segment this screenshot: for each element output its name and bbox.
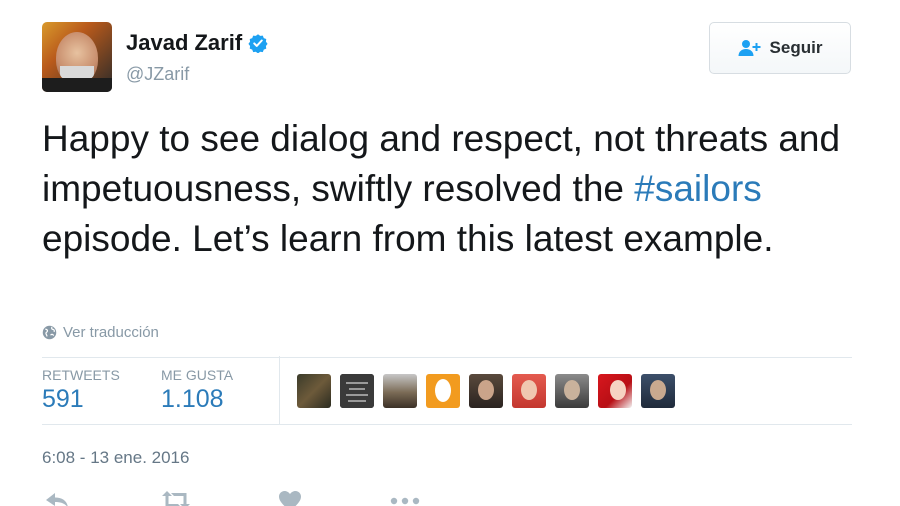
follow-button[interactable]: Seguir (709, 22, 851, 74)
author-handle[interactable]: @JZarif (126, 64, 189, 85)
tweet-text: Happy to see dialog and respect, not thr… (42, 114, 872, 264)
divider-bottom (42, 424, 852, 425)
likes-stat[interactable]: ME GUSTA 1.108 (161, 367, 233, 414)
translate-link[interactable]: Ver traducción (42, 324, 159, 341)
liker-avatars (297, 374, 675, 408)
liker-avatar[interactable] (469, 374, 503, 408)
likes-label: ME GUSTA (161, 367, 234, 383)
retweets-stat[interactable]: RETWEETS 591 (42, 367, 120, 414)
keep-calm-logo-icon (340, 374, 374, 408)
tweet-text-after: episode. Let’s learn from this latest ex… (42, 218, 774, 259)
liker-avatar[interactable] (426, 374, 460, 408)
author-name[interactable]: Javad Zarif (126, 30, 242, 56)
retweets-count: 591 (42, 385, 84, 413)
liker-avatar[interactable] (383, 374, 417, 408)
hashtag-link[interactable]: #sailors (634, 168, 762, 209)
avatar-suit (42, 78, 112, 92)
author-avatar[interactable] (42, 22, 112, 92)
translate-label: Ver traducción (63, 324, 159, 341)
retweets-label: RETWEETS (42, 367, 120, 383)
liker-avatar[interactable] (555, 374, 589, 408)
liker-avatar[interactable] (512, 374, 546, 408)
heart-icon[interactable] (278, 490, 302, 506)
stats-separator (279, 356, 280, 424)
liker-avatar[interactable] (297, 374, 331, 408)
add-person-icon (738, 40, 761, 56)
liker-avatar[interactable] (641, 374, 675, 408)
more-icon[interactable] (389, 490, 421, 506)
follow-button-label: Seguir (769, 38, 823, 57)
globe-icon (42, 325, 57, 340)
retweet-icon[interactable] (160, 490, 192, 506)
likes-count: 1.108 (161, 385, 224, 413)
reply-icon[interactable] (44, 490, 70, 506)
author-name-row[interactable]: Javad Zarif (126, 30, 268, 56)
liker-avatar[interactable] (340, 374, 374, 408)
tweet-actions (0, 490, 900, 506)
tweet-timestamp[interactable]: 6:08 - 13 ene. 2016 (42, 448, 189, 468)
divider-top (42, 357, 852, 358)
verified-badge-icon (248, 34, 268, 53)
liker-avatar[interactable] (598, 374, 632, 408)
